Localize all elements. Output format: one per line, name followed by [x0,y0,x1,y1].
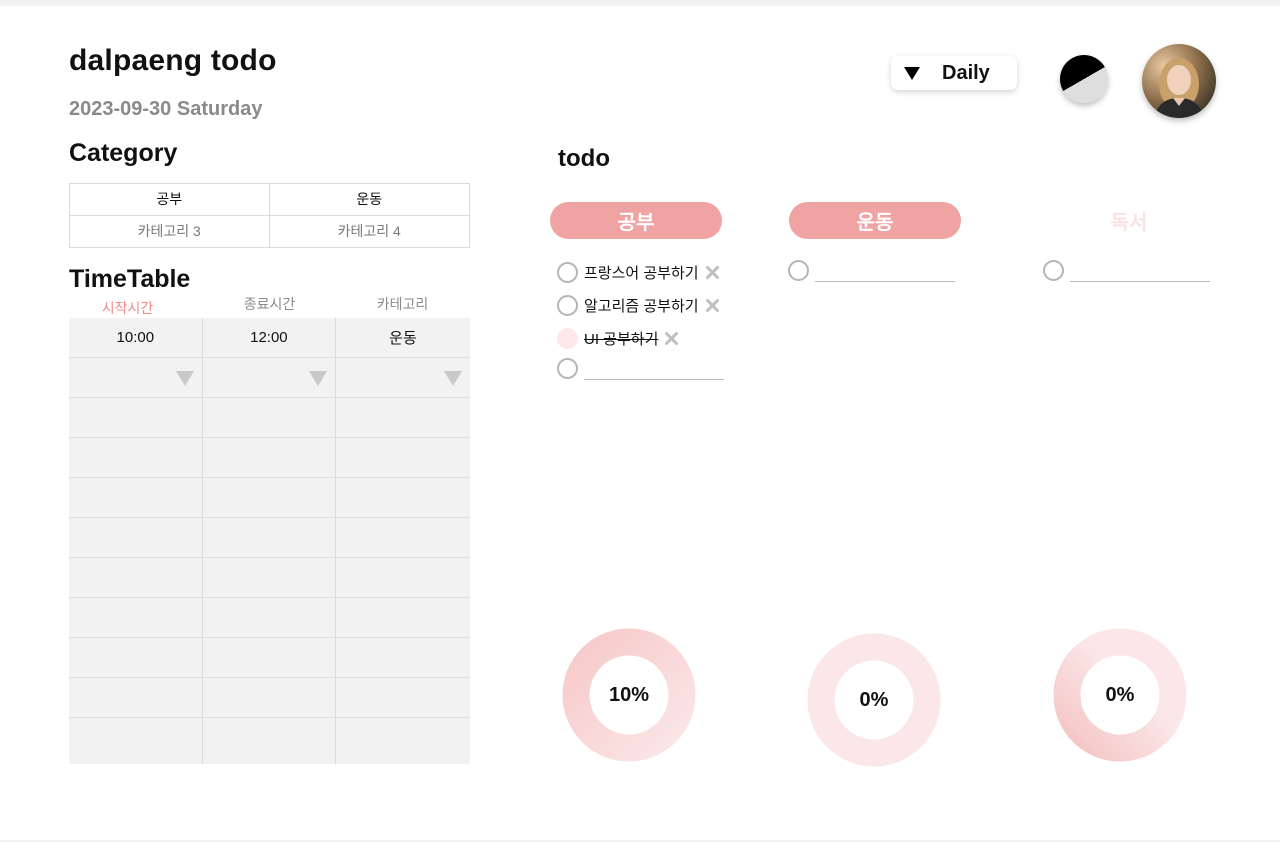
todo-category-pill[interactable]: 공부 [550,202,722,239]
timetable-row-empty[interactable] [69,678,470,718]
todo-checkbox[interactable] [1043,259,1064,281]
timetable-row-empty[interactable] [69,638,470,678]
delete-x-icon[interactable] [705,265,720,280]
dropdown-triangle-icon [309,371,328,386]
todo-category-pill[interactable]: 독서 [1043,202,1215,239]
todo-text[interactable]: 알고리즘 공부하기 [584,295,699,316]
dropdown-triangle-icon [443,371,462,386]
timetable-row-empty[interactable] [69,598,470,638]
todo-checkbox[interactable] [788,259,809,281]
todo-item-done: UI 공부하기 [557,327,679,349]
avatar-photo [1142,44,1216,118]
new-todo-row [1043,259,1210,282]
top-border [0,0,1280,6]
view-mode-label: Daily [942,61,990,84]
timetable-row-empty[interactable] [69,438,470,478]
dropdown-triangle-icon [175,371,194,386]
timetable-end-select[interactable] [203,358,337,397]
timetable-row-empty[interactable] [69,478,470,518]
todo-checkbox[interactable] [557,261,578,283]
progress-donut: 0% [807,633,941,767]
timetable-row-empty[interactable] [69,558,470,598]
timetable-col-category[interactable]: 카테고리 [336,294,469,314]
timetable-col-start[interactable]: 시작시간 [61,298,194,318]
todo-checkbox[interactable] [557,357,578,379]
progress-donut: 10% [562,628,696,762]
current-date: 2023-09-30 Saturday [69,98,263,120]
todo-category-pill[interactable]: 운동 [789,202,961,239]
todo-heading: todo [558,145,610,172]
view-mode-dropdown[interactable]: Daily [891,56,1017,90]
todo-text[interactable]: 프랑스어 공부하기 [584,262,699,283]
todo-checkbox[interactable] [557,294,578,316]
app-title: dalpaeng todo [69,44,277,77]
timetable-row: 10:00 12:00 운동 [69,318,470,358]
timetable-row [69,358,470,398]
category-heading: Category [69,139,178,167]
timetable-start-time[interactable]: 10:00 [69,318,203,357]
new-todo-row [557,357,724,380]
avatar[interactable] [1142,44,1216,118]
new-todo-input[interactable] [815,259,955,282]
timetable-category[interactable]: 운동 [336,318,470,357]
timetable-row-empty[interactable] [69,398,470,438]
progress-label: 0% [1105,683,1135,706]
category-cell[interactable]: 공부 [70,184,270,216]
category-cell[interactable]: 카테고리 4 [270,216,470,248]
theme-toggle-button[interactable] [1060,55,1108,103]
timetable-col-end[interactable]: 종료시간 [203,294,336,314]
new-todo-input[interactable] [584,357,724,380]
timetable-heading: TimeTable [69,265,191,293]
timetable-grid: 10:00 12:00 운동 [69,318,470,764]
todo-item: 프랑스어 공부하기 [557,261,720,283]
timetable-category-select[interactable] [336,358,470,397]
timetable-end-time[interactable]: 12:00 [203,318,337,357]
category-table: 공부 운동 카테고리 3 카테고리 4 [69,183,470,248]
category-cell[interactable]: 운동 [269,184,469,216]
todo-item: 알고리즘 공부하기 [557,294,720,316]
progress-label: 10% [608,683,650,706]
timetable-row-empty[interactable] [69,718,470,758]
delete-x-icon[interactable] [705,298,720,313]
todo-text[interactable]: UI 공부하기 [584,328,658,349]
category-cell[interactable]: 카테고리 3 [70,215,270,247]
progress-donut: 0% [1053,628,1187,762]
new-todo-input[interactable] [1070,259,1210,282]
delete-x-icon[interactable] [664,331,679,346]
timetable-row-empty[interactable] [69,518,470,558]
timetable-start-select[interactable] [69,358,203,397]
todo-checkbox-checked[interactable] [557,327,578,349]
new-todo-row [788,259,955,282]
dropdown-arrow-icon [904,66,920,80]
progress-label: 0% [859,688,889,711]
